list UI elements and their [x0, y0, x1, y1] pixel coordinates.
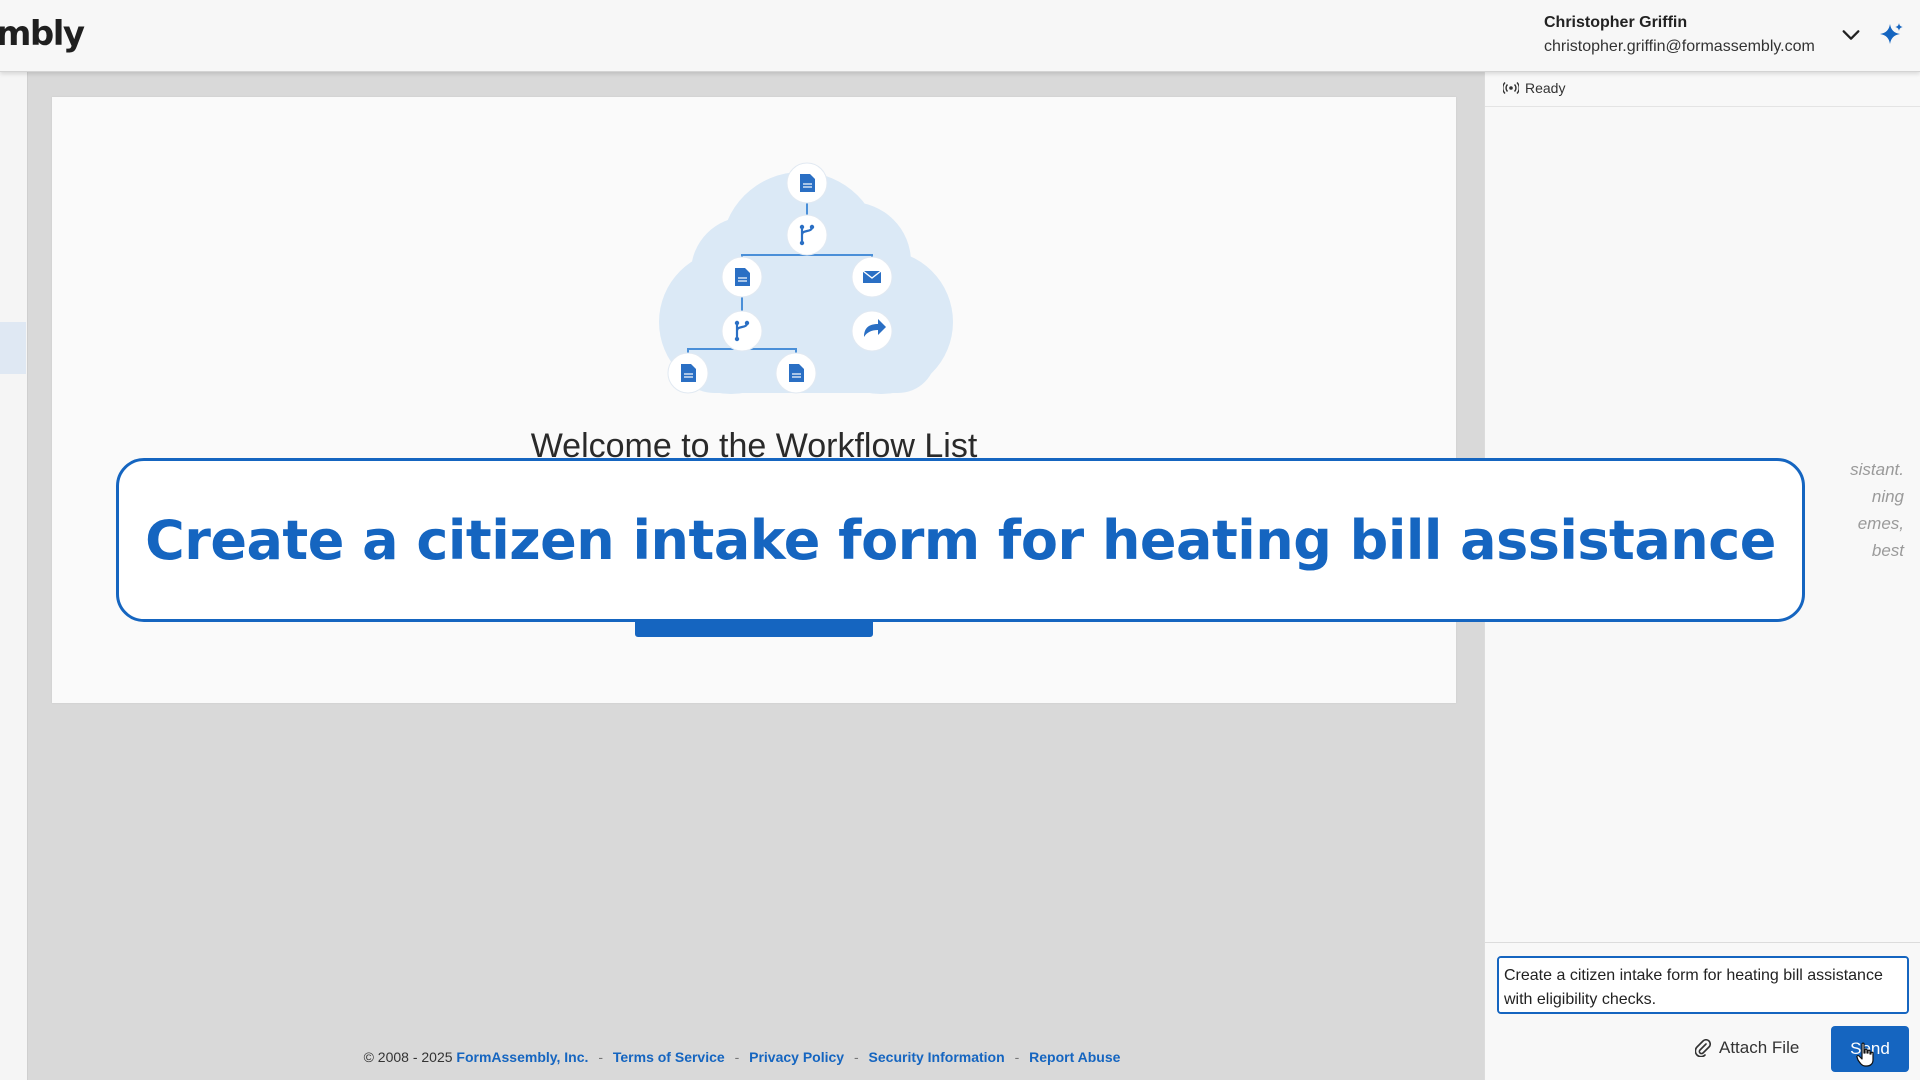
divider [1485, 106, 1920, 107]
company-link[interactable]: FormAssembly, Inc. [456, 1049, 588, 1065]
chat-message-input[interactable]: Create a citizen intake form for heating… [1497, 956, 1909, 1014]
attach-file-label: Attach File [1719, 1038, 1800, 1057]
page-footer: © 2008 - 2025 FormAssembly, Inc. - Terms… [0, 1049, 1484, 1065]
top-header: mbly Christopher Griffin christopher.gri… [0, 0, 1920, 72]
app-logo[interactable]: mbly [0, 14, 85, 54]
terms-link[interactable]: Terms of Service [613, 1049, 725, 1065]
privacy-link[interactable]: Privacy Policy [749, 1049, 844, 1065]
footer-separator: - [598, 1049, 603, 1065]
footer-separator: - [734, 1049, 740, 1065]
status-indicator: Ready [1503, 80, 1565, 96]
user-name: Christopher Griffin [1544, 14, 1688, 31]
broadcast-icon [1503, 82, 1519, 94]
left-sidebar [0, 72, 28, 1080]
security-link[interactable]: Security Information [869, 1049, 1005, 1065]
chevron-down-icon[interactable] [1840, 24, 1862, 46]
workflow-cloud-illustration [659, 162, 953, 394]
copyright-text: © 2008 - 2025 [363, 1049, 453, 1065]
overlay-text: Create a citizen intake form for heating… [145, 508, 1776, 572]
footer-separator: - [853, 1049, 859, 1065]
footer-separator: - [1014, 1049, 1020, 1065]
hand-cursor-icon [1856, 1042, 1874, 1067]
user-info[interactable]: Christopher Griffin christopher.griffin@… [1544, 14, 1815, 56]
user-email: christopher.griffin@formassembly.com [1544, 38, 1815, 55]
divider [1485, 942, 1920, 943]
status-text: Ready [1525, 80, 1566, 96]
prompt-overlay-banner: Create a citizen intake form for heating… [116, 458, 1805, 622]
paperclip-icon [1695, 1039, 1711, 1057]
sidebar-active-item[interactable] [0, 322, 26, 374]
sparkle-icon[interactable] [1880, 22, 1904, 46]
attach-file-button[interactable]: Attach File [1695, 1038, 1799, 1058]
report-abuse-link[interactable]: Report Abuse [1029, 1049, 1120, 1065]
